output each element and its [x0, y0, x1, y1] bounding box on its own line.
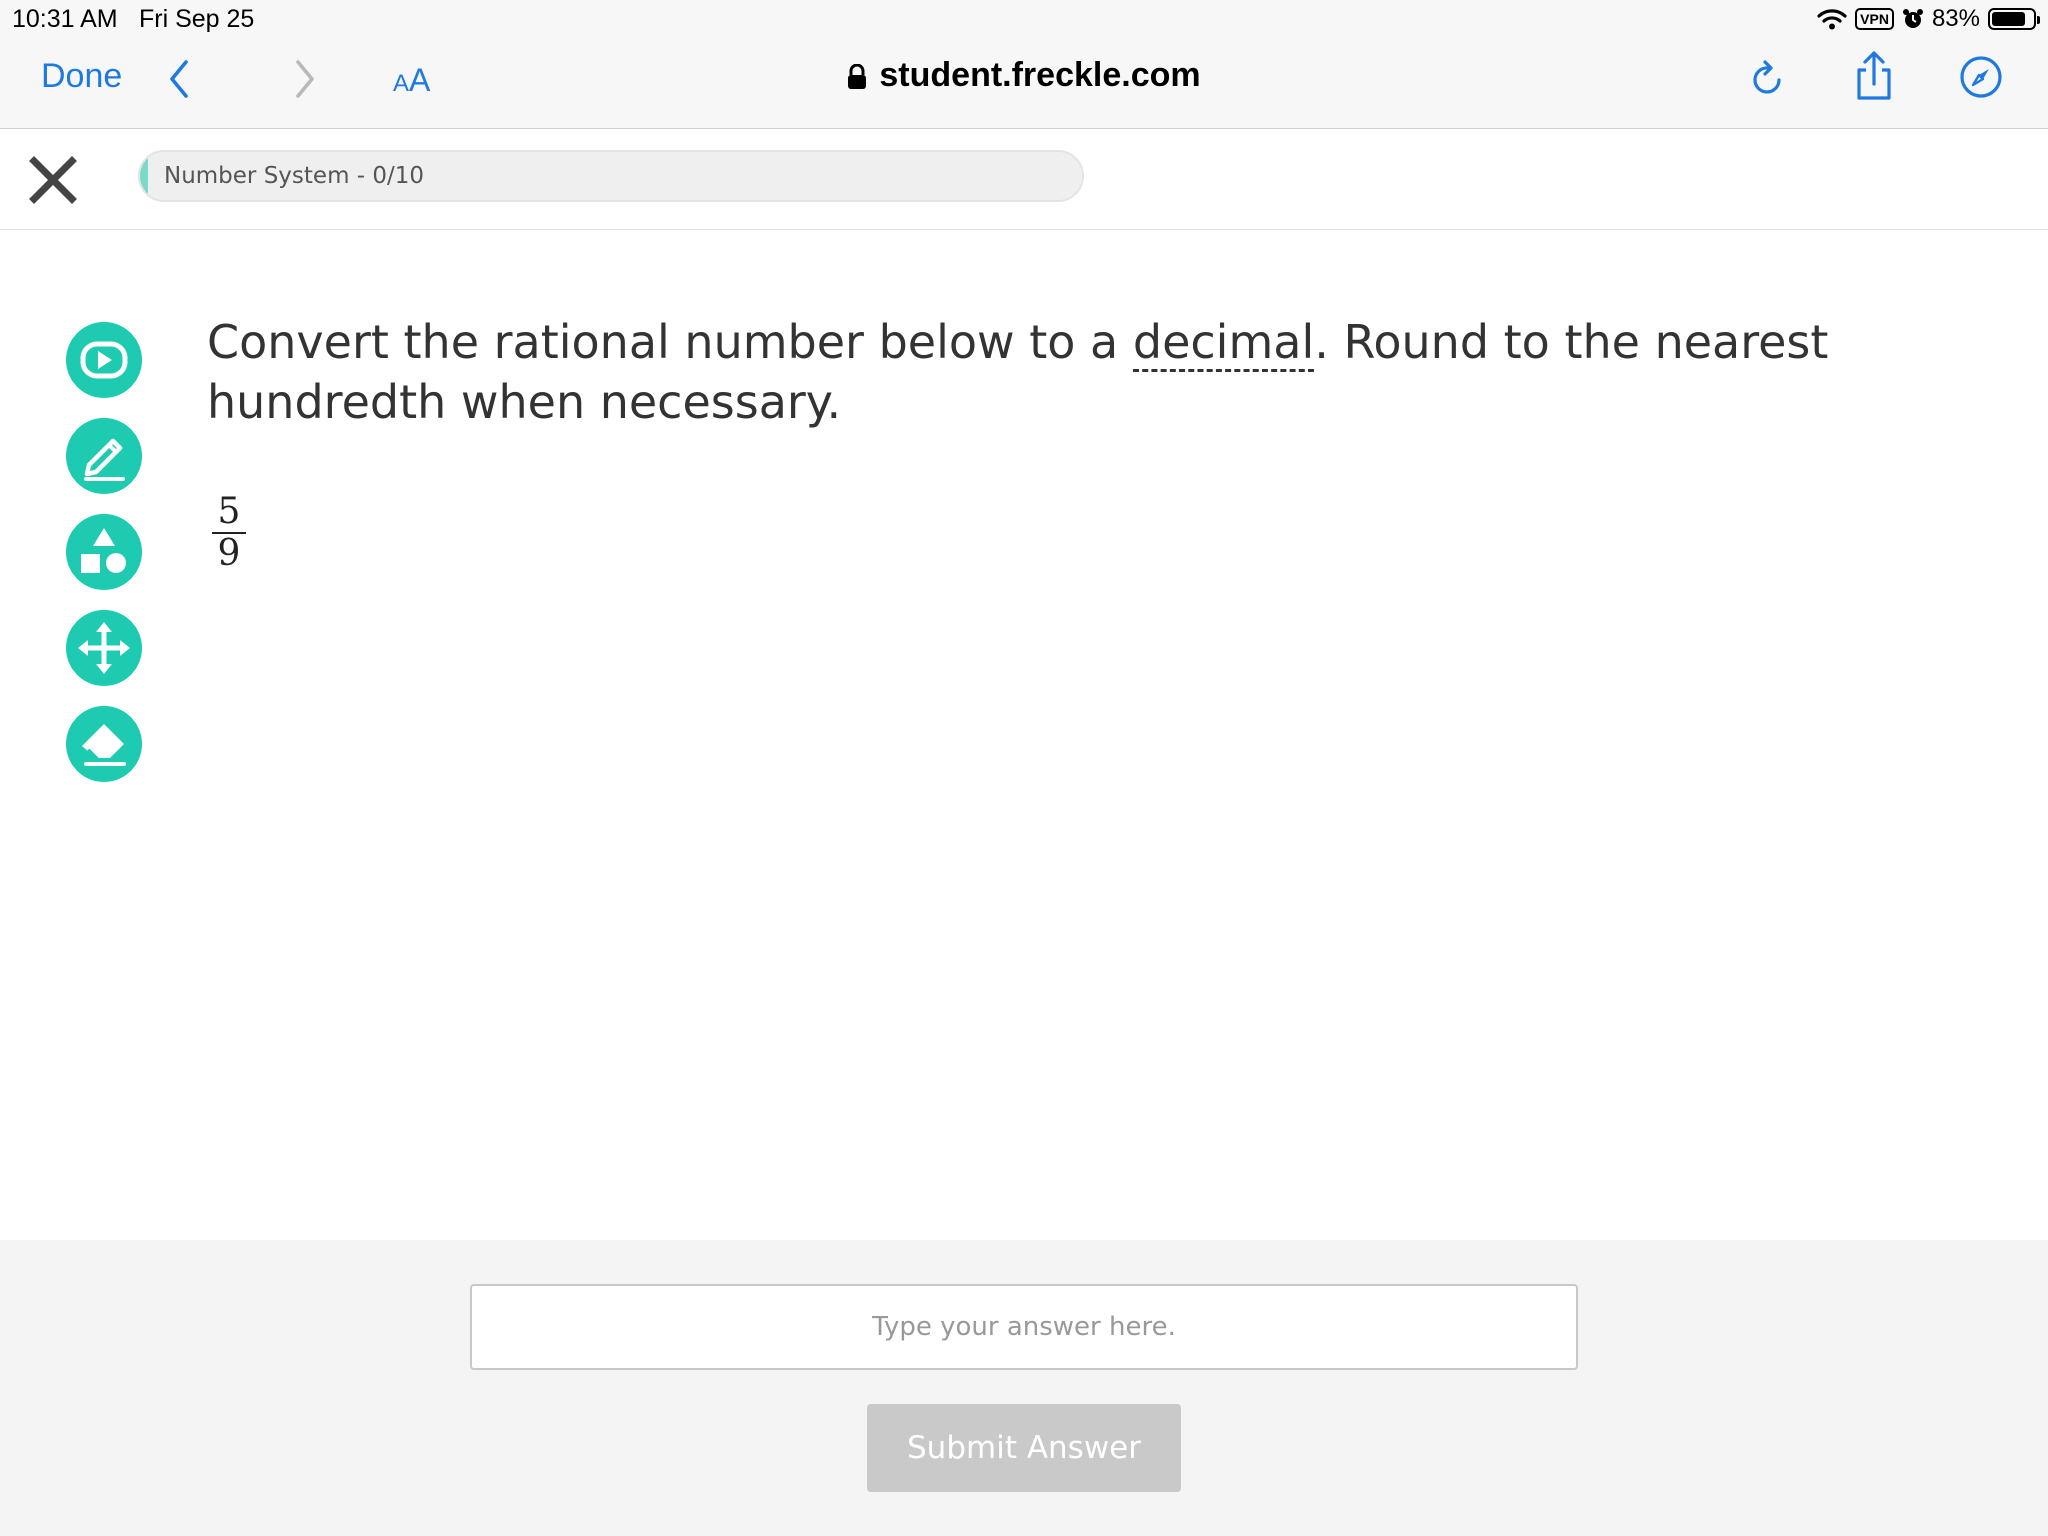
progress-fill	[140, 152, 148, 200]
status-time: 10:31 AM	[12, 5, 118, 33]
status-date: Fri Sep 25	[139, 5, 255, 33]
assignment-header: Number System - 0/10	[0, 129, 2048, 230]
browser-toolbar: Done AA student.freckle.com	[0, 40, 2048, 129]
alarm-icon	[1902, 9, 1923, 28]
move-arrows-icon	[78, 622, 130, 674]
progress-label: Number System - 0/10	[164, 163, 425, 189]
compass-icon[interactable]	[1958, 54, 2004, 100]
shapes-icon	[81, 528, 126, 573]
play-icon	[80, 341, 128, 379]
pencil-tool[interactable]	[66, 418, 142, 494]
status-bar: 10:31 AM Fri Sep 25 VPN 83%	[0, 0, 2048, 40]
video-tool[interactable]	[66, 322, 142, 398]
close-icon[interactable]	[28, 155, 78, 205]
glossary-term-decimal[interactable]: decimal	[1132, 315, 1315, 372]
battery-percent: 83%	[1931, 5, 1980, 32]
shapes-tool[interactable]	[66, 514, 142, 590]
answer-input[interactable]	[470, 1284, 1578, 1370]
eraser-tool[interactable]	[66, 706, 142, 782]
progress-bar: Number System - 0/10	[138, 150, 1084, 202]
fraction-numerator: 5	[217, 491, 241, 532]
fraction-denominator: 9	[217, 533, 241, 574]
share-icon[interactable]	[1852, 50, 1896, 102]
move-tool[interactable]	[66, 610, 142, 686]
eraser-icon	[82, 724, 126, 766]
submit-answer-button[interactable]: Submit Answer	[867, 1404, 1181, 1492]
battery-level	[1992, 12, 2025, 26]
reload-icon[interactable]	[1748, 56, 1788, 102]
status-indicators: VPN 83%	[1817, 4, 2040, 34]
question-text-before: Convert the rational number below to a	[207, 315, 1133, 369]
vpn-badge: VPN	[1855, 8, 1894, 30]
wifi-icon	[1817, 9, 1847, 30]
address-bar[interactable]: student.freckle.com	[0, 56, 2048, 95]
pencil-icon	[84, 438, 125, 481]
answer-panel: Submit Answer	[0, 1240, 2048, 1536]
fraction: 5 9	[212, 492, 246, 574]
battery-icon	[1988, 8, 2040, 30]
lock-icon	[848, 64, 867, 90]
question-text: Convert the rational number below to a d…	[207, 312, 1857, 432]
url-text: student.freckle.com	[879, 56, 1201, 94]
